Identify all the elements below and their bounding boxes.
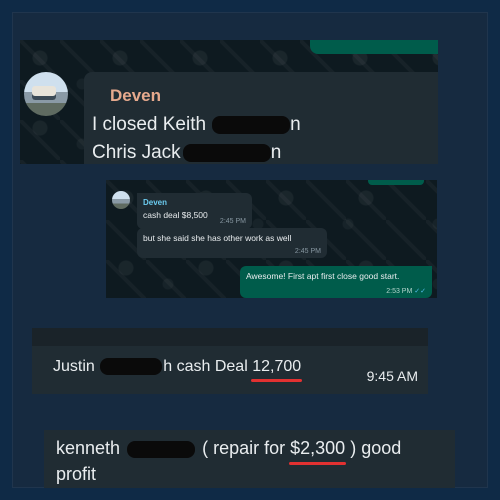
sender-name: Deven — [110, 86, 162, 105]
outgoing-message-bubble[interactable]: Awesome! First apt first close good star… — [240, 266, 432, 298]
message-text-row: Justin h cash Deal 12,700 — [53, 358, 303, 382]
highlighted-amount: $2,300 — [289, 438, 347, 465]
incoming-message-bubble[interactable]: but she said she has other work as well … — [137, 228, 327, 258]
outgoing-bubble-fragment — [310, 40, 438, 54]
message-timestamp: 2:45 PM — [219, 218, 246, 225]
message-text: Awesome! First apt first close good star… — [246, 271, 400, 281]
message-timestamp: 2:45 PM — [294, 248, 321, 255]
message-line-1: kenneth ( repair for $2,300 ) good — [56, 438, 402, 465]
redaction-mark — [182, 143, 271, 162]
red-underline — [289, 462, 347, 465]
chat-screenshot-3[interactable]: Justin h cash Deal 12,700 9:45 AM — [32, 328, 428, 394]
amount-text: 12,700 — [252, 358, 302, 375]
chat-screenshot-2: Deven cash deal $8,500 2:45 PM but she s… — [106, 180, 437, 298]
incoming-message-bubble[interactable]: Deven cash deal $8,500 2:45 PM — [137, 193, 252, 229]
chat-screenshot-4[interactable]: kenneth ( repair for $2,300 ) good profi… — [44, 430, 455, 488]
message-text: ( repair for — [202, 438, 286, 458]
sender-name: Deven — [143, 198, 168, 207]
redaction-mark — [212, 115, 291, 134]
message-text-tail: n — [270, 142, 282, 163]
message-text: ) good — [350, 438, 402, 458]
message-timestamp: 9:45 AM — [366, 368, 418, 384]
message-text: Chris Jack — [92, 142, 181, 163]
outgoing-bubble-fragment — [368, 180, 424, 185]
message-text: but she said she has other work as well — [143, 233, 292, 243]
bubble-top-strip — [32, 328, 428, 346]
read-receipt-icon: ✓✓ — [414, 288, 426, 295]
redaction-mark — [127, 440, 196, 458]
message-line-1: I closed Keith n — [92, 114, 301, 136]
chat-screenshot-1: Deven I closed Keith n Chris Jack n — [20, 40, 438, 164]
message-text: cash deal $8,500 — [143, 210, 208, 220]
message-text: kenneth — [56, 438, 121, 458]
message-text: h cash Deal — [163, 358, 248, 375]
message-timestamp: 2:53 PM — [386, 288, 413, 295]
red-underline — [251, 379, 303, 382]
incoming-message-bubble[interactable]: Deven I closed Keith n Chris Jack n — [84, 72, 438, 164]
amount-text: $2,300 — [290, 438, 346, 458]
message-line-2: Chris Jack n — [92, 142, 281, 164]
message-meta: 2:53 PM ✓✓ — [386, 287, 426, 295]
message-line-2: profit — [56, 464, 97, 484]
message-text: I closed Keith — [92, 114, 207, 135]
message-text: Justin — [53, 358, 95, 375]
message-text-tail: n — [290, 114, 301, 135]
sender-avatar[interactable] — [112, 191, 130, 209]
sender-avatar[interactable] — [24, 72, 68, 116]
redaction-mark — [100, 358, 163, 376]
highlighted-amount: 12,700 — [251, 358, 303, 382]
